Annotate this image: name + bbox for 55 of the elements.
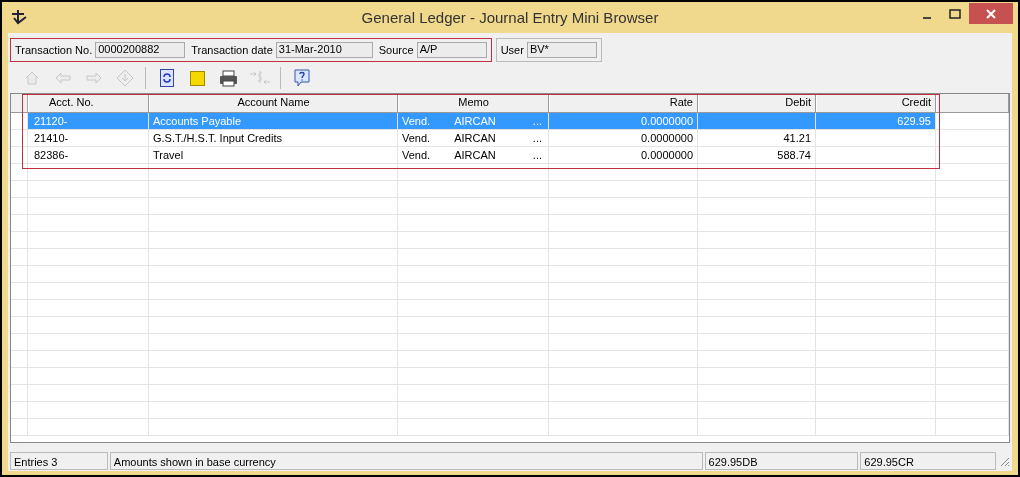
table-cell-text: Travel bbox=[153, 148, 184, 163]
close-button[interactable] bbox=[969, 3, 1013, 24]
table-cell-text: G.S.T./H.S.T. Input Credits bbox=[153, 131, 282, 146]
table-cell-text: AIRCAN bbox=[454, 131, 496, 146]
table-cell-text: 629.95 bbox=[897, 114, 931, 129]
column-header[interactable]: Credit bbox=[816, 94, 936, 112]
column-header[interactable]: Debit bbox=[698, 94, 816, 112]
input-field[interactable]: A/P bbox=[416, 42, 487, 58]
table-cell-text: ... bbox=[532, 131, 542, 146]
refresh-icon bbox=[159, 69, 174, 87]
minimize-icon bbox=[923, 16, 931, 19]
table-cell-text: Vend. bbox=[402, 131, 431, 146]
home-icon bbox=[23, 70, 40, 86]
column-header[interactable]: Memo bbox=[398, 94, 549, 112]
table-cell-text: 21410- bbox=[34, 131, 69, 146]
field-label: User bbox=[500, 44, 524, 56]
close-icon bbox=[986, 8, 996, 19]
column-header[interactable]: Account Name bbox=[149, 94, 398, 112]
note-icon bbox=[190, 70, 205, 86]
status-panel: 629.95DB bbox=[704, 452, 859, 470]
printer-icon bbox=[219, 69, 238, 87]
table-cell-text: AIRCAN bbox=[454, 148, 496, 163]
table-cell-text: 0.0000000 bbox=[641, 131, 693, 146]
table-cell-text: ... bbox=[532, 148, 542, 163]
diamond-arrow-icon bbox=[115, 69, 134, 87]
table-cell-text: 21120- bbox=[34, 114, 68, 129]
column-header[interactable]: Acct. No. bbox=[28, 94, 149, 112]
window-title: General Ledger - Journal Entry Mini Browser bbox=[361, 9, 659, 26]
column-header[interactable]: Rate bbox=[549, 94, 698, 112]
table-cell-text: Vend. bbox=[402, 114, 431, 129]
arrow-right-icon bbox=[85, 72, 102, 84]
table-cell-text: AIRCAN bbox=[454, 114, 496, 129]
input-field[interactable]: 31-Mar-2010 bbox=[275, 42, 373, 58]
help-icon bbox=[293, 69, 310, 87]
status-panel: Entries 3 bbox=[10, 452, 108, 470]
status-panel: Amounts shown in base currency bbox=[109, 452, 703, 470]
table-cell-text: 588.74 bbox=[777, 148, 811, 163]
table-cell-text: 41.21 bbox=[783, 131, 811, 146]
input-field[interactable]: BV* bbox=[526, 42, 597, 58]
field-label: Source bbox=[378, 44, 414, 56]
status-panel: 629.95CR bbox=[860, 452, 997, 470]
currency-exchange-icon bbox=[248, 69, 271, 87]
table-cell-text: 0.0000000 bbox=[641, 114, 693, 129]
table-cell-text: 82386- bbox=[34, 148, 69, 163]
field-label: Transaction No. bbox=[15, 44, 93, 56]
table-row[interactable]: 21410- G.S.T./H.S.T. Input Credits Vend. AIRCAN ... 0.0000000 41.21 bbox=[11, 130, 1009, 147]
arrow-left-icon bbox=[54, 72, 71, 84]
resize-grip-icon bbox=[998, 455, 1010, 467]
maximize-icon bbox=[949, 8, 961, 19]
table-cell-text: 0.0000000 bbox=[641, 148, 693, 163]
table-cell-text: ... bbox=[532, 114, 542, 129]
table-cell-text: Vend. bbox=[402, 148, 431, 163]
table-cell-text: Accounts Payable bbox=[153, 114, 242, 129]
field-label: Transaction date bbox=[191, 44, 273, 56]
input-field[interactable]: 0000200882 bbox=[95, 42, 186, 58]
